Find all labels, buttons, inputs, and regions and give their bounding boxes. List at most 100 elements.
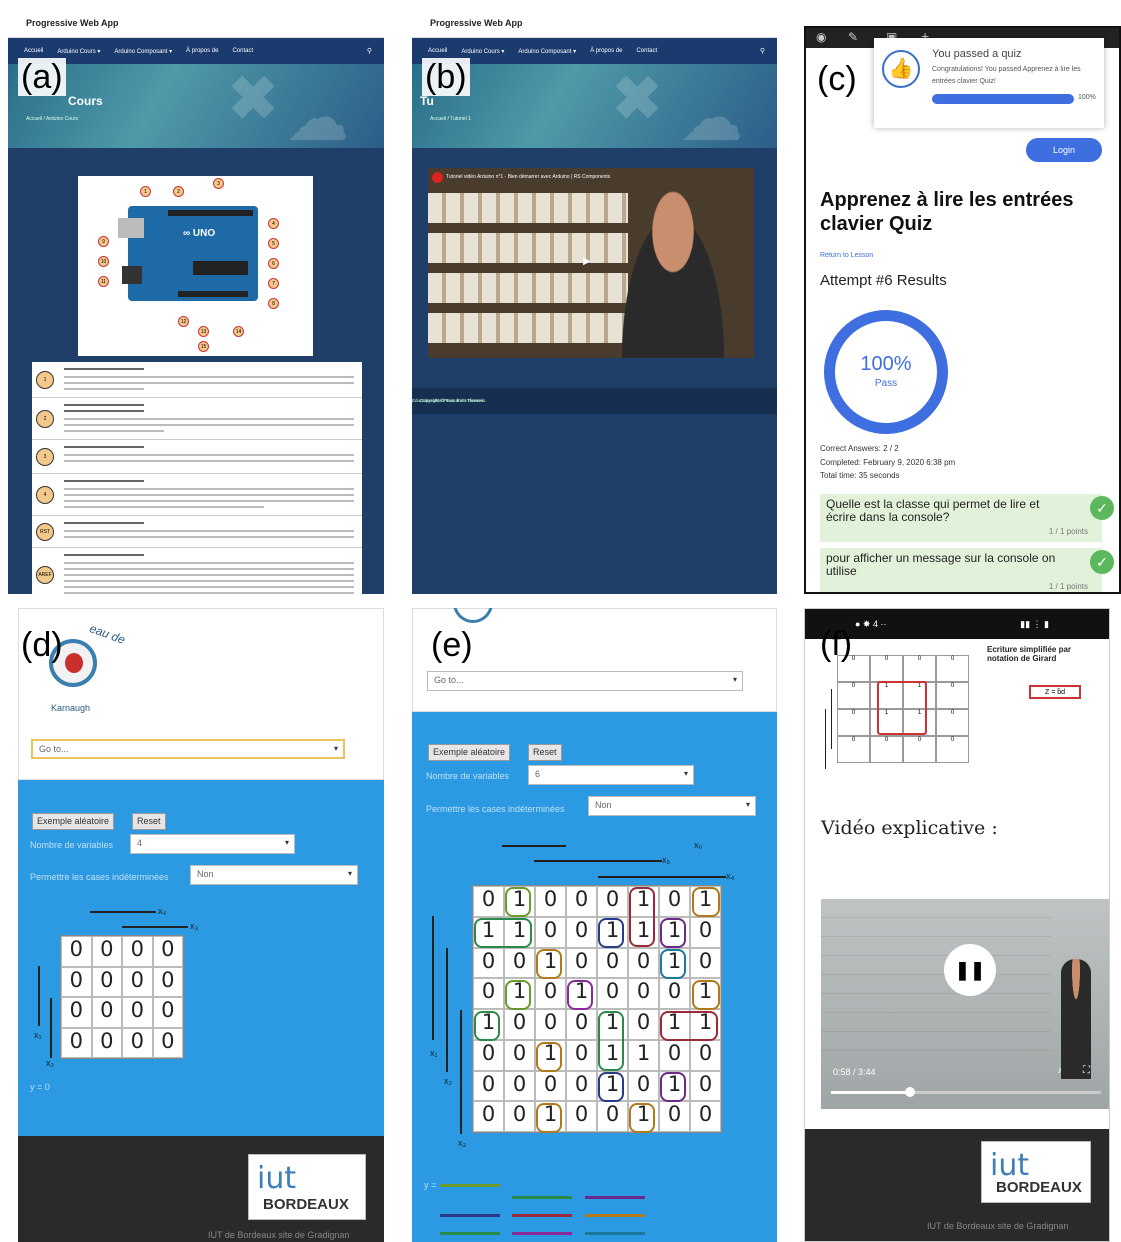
karnaugh-cell[interactable]: 0 [473,1039,504,1071]
karnaugh-cell[interactable]: 0 [566,916,597,948]
random-example-button[interactable]: Exemple aléatoire [32,813,115,830]
karnaugh-cell[interactable]: 0 [504,1039,535,1071]
video-progress-bar[interactable] [831,1091,1101,1094]
karnaugh-cell[interactable]: 0 [628,978,659,1009]
karnaugh-cell[interactable]: 0 [566,1101,597,1132]
nav-home[interactable]: Accueil [428,48,447,54]
karnaugh-cell[interactable]: 0 [91,936,122,967]
variables-select[interactable]: 4 ▾ [130,834,295,854]
explanation-video[interactable]: ❚❚ 0:58 / 3:44 ♪ ⛶ [821,899,1109,1109]
karnaugh-cell[interactable]: 0 [473,978,504,1009]
karnaugh-cell[interactable]: 0 [535,1009,566,1040]
karnaugh-cell[interactable]: 0 [61,936,92,967]
indeterminate-select[interactable]: Non ▾ [588,796,756,816]
karnaugh-cell[interactable]: 0 [122,966,153,997]
karnaugh-cell[interactable]: 0 [870,736,903,763]
goto-select[interactable]: Go to... ▾ [31,739,345,759]
nav-about[interactable]: À propos de [590,48,622,54]
karnaugh-cell[interactable]: 0 [91,1027,122,1058]
dashboard-icon[interactable]: ◉ [816,30,826,44]
karnaugh-cell[interactable]: 0 [936,736,969,763]
karnaugh-cell[interactable]: 0 [837,682,870,709]
karnaugh-cell[interactable]: 0 [535,978,566,1009]
karnaugh-cell[interactable]: 1 [628,1039,659,1071]
karnaugh-cell[interactable]: 0 [473,1101,504,1132]
youtube-video[interactable]: Tutoriel vidéo Arduino n°1 - Bien démarr… [428,168,754,358]
karnaugh-cell[interactable]: 0 [936,655,969,682]
karnaugh-cell[interactable]: 0 [690,1070,721,1102]
karnaugh-cell[interactable]: 0 [597,886,628,917]
karnaugh-cell[interactable]: 0 [91,966,122,997]
brush-icon[interactable]: ✎ [848,30,858,44]
random-example-button[interactable]: Exemple aléatoire [428,744,511,761]
nav-about[interactable]: À propos de [186,48,218,54]
karnaugh-cell[interactable]: 0 [837,709,870,736]
karnaugh-cell[interactable]: 0 [473,886,504,917]
karnaugh-cell[interactable]: 0 [597,1101,628,1132]
karnaugh-cell[interactable]: 0 [504,1070,535,1102]
karnaugh-cell[interactable]: 0 [566,1039,597,1071]
reset-button[interactable]: Reset [132,813,166,830]
karnaugh-cell[interactable]: 0 [535,1070,566,1102]
return-to-lesson-link[interactable]: Return to Lesson [820,252,873,259]
karnaugh-cell[interactable]: 0 [597,947,628,979]
nav-arduino-composant[interactable]: Arduino Composant ▾ [114,48,172,55]
karnaugh-cell[interactable]: 0 [659,978,690,1009]
karnaugh-cell[interactable]: 0 [152,936,183,967]
karnaugh-cell[interactable]: 0 [91,997,122,1028]
karnaugh-cell[interactable]: 0 [659,886,690,917]
karnaugh-cell[interactable]: 0 [122,997,153,1028]
karnaugh-cell[interactable]: 0 [837,736,870,763]
karnaugh-cell[interactable]: 0 [870,655,903,682]
nav-contact[interactable]: Contact [636,48,657,54]
karnaugh-cell[interactable]: 0 [903,655,936,682]
goto-select[interactable]: Go to... ▾ [427,671,743,691]
karnaugh-cell[interactable]: 0 [152,1027,183,1058]
karnaugh-cell[interactable]: 0 [690,947,721,979]
volume-icon[interactable]: ♪ [1057,1065,1062,1076]
karnaugh-cell[interactable]: 0 [659,1101,690,1132]
karnaugh-cell[interactable]: 0 [61,966,92,997]
karnaugh-cell[interactable]: 0 [152,966,183,997]
karnaugh-cell[interactable]: 0 [61,1027,92,1058]
karnaugh-cell[interactable]: 0 [566,886,597,917]
karnaugh-cell[interactable]: 0 [566,947,597,979]
karnaugh-cell[interactable]: 0 [690,1039,721,1071]
video-scrubber[interactable] [905,1087,915,1097]
search-icon[interactable]: ⚲ [760,47,765,55]
karnaugh-cell[interactable]: 0 [690,916,721,948]
karnaugh-cell[interactable]: 0 [504,1009,535,1040]
karnaugh-cell[interactable]: 0 [566,1070,597,1102]
karnaugh-cell[interactable]: 0 [628,1009,659,1040]
karnaugh-cell[interactable]: 0 [566,1009,597,1040]
karnaugh-cell[interactable]: 0 [936,682,969,709]
fullscreen-icon[interactable]: ⛶ [1083,1065,1090,1076]
search-icon[interactable]: ⚲ [367,47,372,55]
variables-select[interactable]: 6 ▾ [528,765,694,785]
karnaugh-cell[interactable]: 0 [659,1039,690,1071]
indeterminate-select[interactable]: Non ▾ [190,865,358,885]
karnaugh-cell[interactable]: 0 [690,1101,721,1132]
karnaugh-cell[interactable]: 0 [628,947,659,979]
karnaugh-cell[interactable]: 0 [936,709,969,736]
nav-arduino-cours[interactable]: Arduino Cours ▾ [461,48,504,55]
karnaugh-cell[interactable]: 0 [504,1101,535,1132]
karnaugh-cell[interactable]: 0 [504,947,535,979]
pause-button[interactable]: ❚❚ [944,944,996,996]
karnaugh-cell[interactable]: 0 [535,886,566,917]
karnaugh-cell[interactable]: 0 [628,1070,659,1102]
karnaugh-cell[interactable]: 0 [535,916,566,948]
nav-arduino-cours[interactable]: Arduino Cours ▾ [57,48,100,55]
karnaugh-cell[interactable]: 0 [122,936,153,967]
karnaugh-cell[interactable]: 0 [61,997,92,1028]
nav-arduino-composant[interactable]: Arduino Composant ▾ [518,48,576,55]
reset-button[interactable]: Reset [528,744,562,761]
karnaugh-cell[interactable]: 0 [473,1070,504,1102]
karnaugh-cell[interactable]: 0 [597,978,628,1009]
karnaugh-cell[interactable]: 0 [122,1027,153,1058]
karnaugh-cell[interactable]: 0 [152,997,183,1028]
karnaugh-cell[interactable]: 0 [903,736,936,763]
karnaugh-cell[interactable]: 0 [473,947,504,979]
nav-contact[interactable]: Contact [232,48,253,54]
nav-home[interactable]: Accueil [24,48,43,54]
